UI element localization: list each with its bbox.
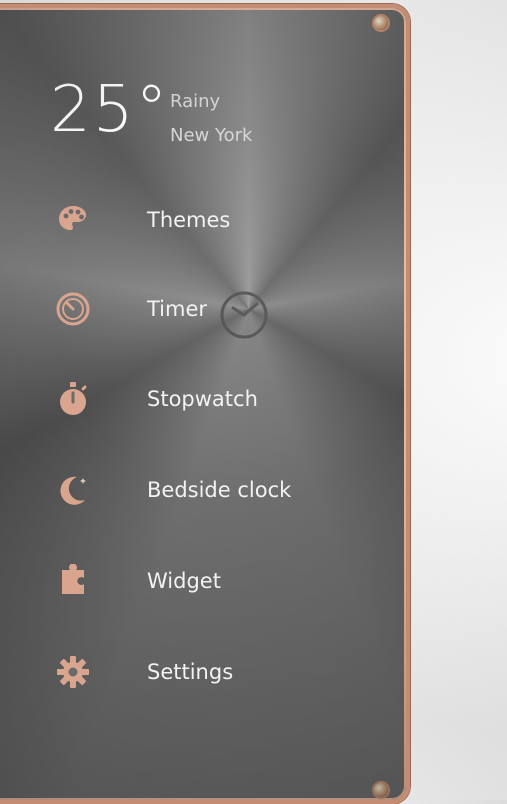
weather-temperature: 25°	[50, 78, 169, 142]
menu-label-stopwatch: Stopwatch	[147, 387, 258, 411]
gear-icon	[52, 651, 94, 693]
screw-bottom-right-icon	[374, 783, 388, 797]
menu-label-widget: Widget	[147, 569, 221, 593]
weather-condition: Rainy	[170, 91, 221, 112]
menu-item-themes[interactable]: Themes	[52, 198, 352, 242]
menu-item-widget[interactable]: Widget	[52, 559, 352, 603]
menu-item-settings[interactable]: Settings	[52, 650, 352, 694]
menu-label-themes: Themes	[147, 208, 231, 232]
puzzle-icon	[52, 560, 94, 602]
weather-city: New York	[170, 125, 253, 146]
temperature-text: 25°	[50, 73, 170, 147]
moon-icon	[52, 469, 94, 511]
menu-label-timer: Timer	[147, 297, 208, 321]
stopwatch-icon	[52, 378, 94, 420]
screw-top-right-icon	[374, 16, 388, 30]
menu-label-settings: Settings	[147, 660, 234, 684]
timer-icon	[52, 288, 94, 330]
menu-item-bedside-clock[interactable]: Bedside clock	[52, 468, 352, 512]
palette-icon	[52, 199, 94, 241]
menu-item-timer[interactable]: Timer	[52, 287, 352, 331]
weather-details: Rainy New York	[170, 85, 252, 153]
menu-item-stopwatch[interactable]: Stopwatch	[52, 377, 352, 421]
menu-label-bedside-clock: Bedside clock	[147, 478, 292, 502]
